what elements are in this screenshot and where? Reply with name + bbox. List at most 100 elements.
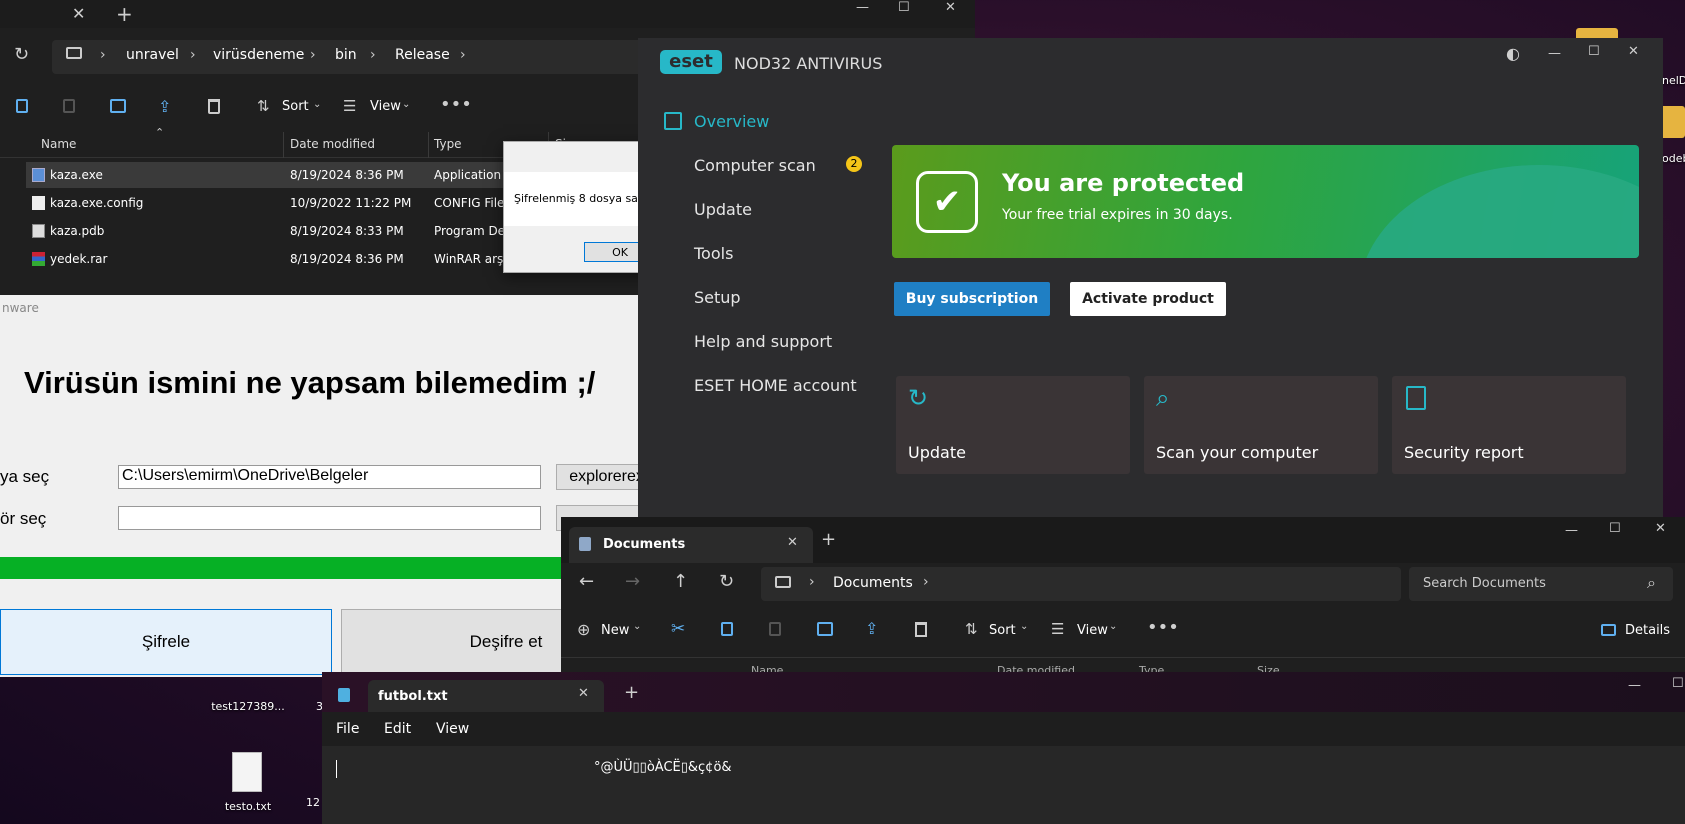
- new-tab-icon[interactable]: +: [116, 2, 133, 26]
- folder-path-input[interactable]: C:\Users\emirm\OneDrive\Belgeler: [118, 465, 541, 489]
- new-tab-icon[interactable]: +: [624, 682, 639, 703]
- search-input[interactable]: Search Documents: [1423, 576, 1546, 591]
- tab-futbol[interactable]: futbol.txt ✕: [368, 680, 604, 712]
- encrypt-button[interactable]: Şifrele: [0, 609, 332, 675]
- close-icon[interactable]: ✕: [1655, 521, 1666, 536]
- text-editor[interactable]: °@ÙÜ▯▯òÀCË▯&ç¢ö&: [322, 746, 1685, 824]
- details-button-label[interactable]: Details: [1625, 623, 1670, 638]
- folder-icon[interactable]: [1660, 106, 1685, 138]
- search-box[interactable]: Search Documents ⌕: [1409, 567, 1673, 601]
- copy-icon[interactable]: [16, 99, 28, 113]
- column-date-modified[interactable]: Date modified: [290, 137, 375, 151]
- activate-product-button[interactable]: Activate product: [1070, 282, 1226, 316]
- chevron-right-icon: ›: [923, 574, 929, 590]
- new-tab-icon[interactable]: +: [821, 529, 836, 550]
- new-button-label[interactable]: New: [601, 623, 629, 638]
- column-divider[interactable]: [283, 132, 284, 158]
- close-tab-icon[interactable]: ✕: [787, 535, 798, 550]
- back-icon[interactable]: ←: [579, 571, 594, 592]
- view-button-label[interactable]: View: [1077, 623, 1108, 638]
- view-icon[interactable]: ☰: [1051, 620, 1064, 638]
- nav-update[interactable]: Update: [694, 200, 752, 219]
- rename-icon[interactable]: [110, 99, 126, 113]
- breadcrumb-item[interactable]: Documents: [833, 575, 913, 591]
- close-icon[interactable]: ✕: [1628, 44, 1639, 59]
- nav-eset-home[interactable]: ESET HOME account: [694, 376, 857, 395]
- share-icon[interactable]: ⇪: [865, 619, 878, 638]
- sort-button-label[interactable]: Sort: [989, 623, 1016, 638]
- tile-scan[interactable]: ⌕ Scan your computer: [1144, 376, 1378, 474]
- minimize-icon[interactable]: —: [856, 0, 869, 15]
- close-icon[interactable]: ✕: [945, 0, 956, 15]
- tile-security-report[interactable]: Security report: [1392, 376, 1626, 474]
- column-date-modified[interactable]: Date modified: [997, 664, 1075, 672]
- breadcrumb-item[interactable]: unravel: [126, 47, 179, 63]
- plus-circle-icon[interactable]: ⊕: [577, 620, 590, 639]
- column-divider[interactable]: [428, 132, 429, 158]
- column-type[interactable]: Type: [1139, 664, 1164, 672]
- banner-title: You are protected: [1002, 169, 1245, 197]
- breadcrumb-item[interactable]: Release: [395, 47, 450, 63]
- chevron-right-icon: ›: [100, 47, 106, 63]
- tab-bar: ✕ + — ☐ ✕: [0, 0, 975, 28]
- desktop-file-testo[interactable]: testo.txt: [210, 750, 286, 824]
- sort-icon[interactable]: ⇅: [965, 620, 978, 638]
- address-bar[interactable]: › Documents ›: [761, 567, 1401, 601]
- minimize-icon[interactable]: —: [1548, 46, 1561, 61]
- close-tab-icon[interactable]: ✕: [72, 4, 85, 23]
- text-file-icon: [232, 752, 262, 792]
- breadcrumb-item[interactable]: bin: [335, 47, 357, 63]
- minimize-icon[interactable]: —: [1565, 523, 1578, 538]
- close-tab-icon[interactable]: ✕: [578, 686, 589, 701]
- sort-icon[interactable]: ⇅: [257, 97, 270, 115]
- extension-input[interactable]: [118, 506, 541, 530]
- explorer-window-documents: Documents ✕ + — ☐ ✕ ← → ↑ ↻ › Documents …: [561, 517, 1685, 672]
- view-icon[interactable]: ☰: [343, 97, 356, 115]
- up-icon[interactable]: ↑: [673, 571, 688, 592]
- menu-file[interactable]: File: [336, 721, 359, 737]
- chevron-right-icon: ›: [809, 574, 815, 590]
- theme-toggle-icon[interactable]: ◐: [1506, 44, 1520, 63]
- nav-setup[interactable]: Setup: [694, 288, 741, 307]
- menu-edit[interactable]: Edit: [384, 721, 411, 737]
- copy-icon[interactable]: [721, 622, 733, 636]
- column-size[interactable]: Size: [1257, 664, 1280, 672]
- details-pane-icon[interactable]: [1601, 624, 1616, 636]
- nav-computer-scan[interactable]: Computer scan: [694, 156, 816, 175]
- delete-icon[interactable]: [915, 622, 927, 637]
- buy-subscription-button[interactable]: Buy subscription: [894, 282, 1050, 316]
- menu-view[interactable]: View: [436, 721, 469, 737]
- maximize-icon[interactable]: ☐: [898, 0, 910, 15]
- column-name[interactable]: Name: [751, 664, 783, 672]
- column-name[interactable]: Name: [41, 137, 76, 151]
- delete-icon[interactable]: [208, 99, 220, 114]
- cut-icon[interactable]: ✂: [671, 619, 685, 639]
- minimize-icon[interactable]: —: [1628, 678, 1641, 693]
- column-type[interactable]: Type: [434, 137, 462, 151]
- nav-tools[interactable]: Tools: [694, 244, 733, 263]
- maximize-icon[interactable]: ☐: [1672, 676, 1684, 691]
- tile-update[interactable]: ↻ Update: [896, 376, 1130, 474]
- file-name: kaza.pdb: [50, 224, 105, 238]
- share-icon[interactable]: ⇪: [158, 97, 171, 116]
- nav-overview[interactable]: Overview: [694, 112, 769, 131]
- view-button-label[interactable]: View: [370, 99, 401, 114]
- refresh-icon[interactable]: ↻: [14, 44, 29, 65]
- maximize-icon[interactable]: ☐: [1588, 44, 1600, 59]
- tab-documents[interactable]: Documents ✕: [569, 527, 813, 563]
- product-name: NOD32 ANTIVIRUS: [734, 54, 883, 73]
- sort-button-label[interactable]: Sort: [282, 99, 309, 114]
- more-options-icon[interactable]: •••: [1147, 617, 1179, 638]
- breadcrumb-item[interactable]: virüsdeneme: [213, 47, 304, 63]
- paste-icon[interactable]: [63, 99, 75, 113]
- tab-bar: futbol.txt ✕ + — ☐: [322, 672, 1685, 712]
- paste-icon[interactable]: [769, 622, 781, 636]
- refresh-icon[interactable]: ↻: [719, 571, 734, 592]
- desktop-label-partial: 12: [306, 796, 320, 809]
- more-options-icon[interactable]: •••: [440, 94, 472, 115]
- desktop-file-test127389[interactable]: test127389...: [210, 672, 286, 720]
- maximize-icon[interactable]: ☐: [1609, 521, 1621, 536]
- rename-icon[interactable]: [817, 622, 833, 636]
- nav-help[interactable]: Help and support: [694, 332, 832, 351]
- forward-icon[interactable]: →: [625, 571, 640, 592]
